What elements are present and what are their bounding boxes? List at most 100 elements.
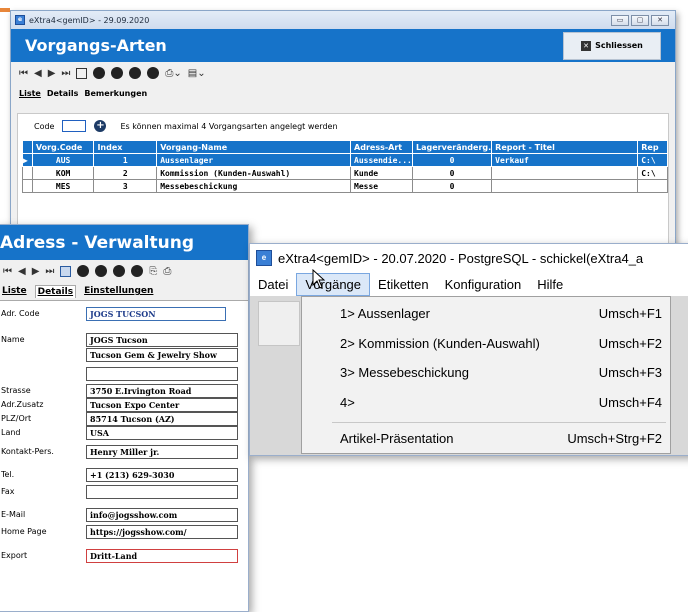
table-cell: 0 [412,179,493,193]
minimize-button[interactable]: ▭ [611,14,629,26]
tab-details[interactable]: Details [47,89,79,98]
menu-item-aussenlager[interactable]: 1> Aussenlager Umsch+F1 [340,301,662,325]
adr-code-field[interactable]: JOGS TUCSON [86,307,226,321]
land-field[interactable]: USA [86,426,238,440]
page-title: Vorgangs-Arten [25,36,167,55]
menu-item-shortcut: Umsch+F4 [598,394,662,410]
table-row[interactable]: KOM 2 Kommission (Kunden-Auswahl) Kunde … [22,166,668,180]
name-field-2[interactable]: Tucson Gem & Jewelry Show [86,348,238,362]
form-view-icon[interactable] [76,67,88,79]
strasse-field[interactable]: 3750 E.Irvington Road [86,384,238,398]
menu-item-artikel-praesentation[interactable]: Artikel-Präsentation Umsch+Strg+F2 [340,426,662,450]
window-title: eXtra4<gemID> - 20.07.2020 - PostgreSQL … [278,250,644,266]
table-cell [491,166,639,180]
prev-record-icon[interactable]: ◀ [18,266,26,277]
col-header[interactable]: Index [93,140,158,154]
tab-einstellungen[interactable]: Einstellungen [82,285,155,297]
last-record-icon[interactable]: ⏭ [61,68,70,79]
add-icon[interactable] [93,67,106,79]
col-header[interactable]: Lagerveränderg. [412,140,493,154]
schliessen-button[interactable]: ✕ Schliessen [563,31,661,60]
export-select[interactable]: Dritt-Land [86,549,238,563]
table-cell: Aussenlager [156,153,352,167]
app-icon: e [15,15,25,25]
first-record-icon[interactable]: ⏮ [3,266,12,277]
tel-field[interactable]: +1 (213) 629-3030 [86,468,238,482]
menu-datei[interactable]: Datei [250,274,296,295]
tab-bar: Liste Details Einstellungen [0,282,248,300]
print-icon[interactable]: ⎙ [163,266,171,277]
fax-field[interactable] [86,485,238,499]
name-field-1[interactable]: JOGS Tucson [86,333,238,347]
table-cell: 3 [93,179,158,193]
menu-vorgaenge[interactable]: Vorgänge [296,272,371,296]
tab-details[interactable]: Details [34,284,77,298]
export-icon[interactable]: ▤⌄ [188,68,206,79]
cancel-icon[interactable] [113,265,126,277]
col-header[interactable]: Report - Titel [491,140,639,154]
menu-item-4[interactable]: 4> Umsch+F4 [340,390,662,414]
code-input[interactable] [62,120,87,132]
plzort-field[interactable]: 85714 Tucson (AZ) [86,412,238,426]
kontakt-field[interactable]: Henry Miller jr. [86,445,238,459]
col-header[interactable]: Adress-Art [350,140,414,154]
schliessen-label: Schliessen [595,41,643,50]
window-controls: ▭ ▢ ✕ [611,14,669,26]
adr-code-label: Adr. Code [1,309,40,318]
tab-bemerkungen[interactable]: Bemerkungen [84,89,147,98]
delete-icon[interactable] [147,67,160,79]
adrzusatz-field[interactable]: Tucson Expo Center [86,398,238,412]
row-marker [22,179,33,193]
page-title: Adress - Verwaltung [0,232,195,253]
table-cell: C:\ [637,153,668,167]
last-record-icon[interactable]: ⏭ [45,266,54,277]
mouse-cursor-icon [312,269,326,289]
close-icon: ✕ [581,40,592,51]
form-view-icon[interactable] [60,265,72,277]
tel-label: Tel. [1,470,15,479]
col-header[interactable]: Vorgang-Name [156,140,352,154]
delete-icon[interactable] [131,265,144,277]
email-field[interactable]: info@jogsshow.com [86,508,238,522]
app-icon: e [256,250,272,266]
table-header-row: Vorg.Code Index Vorgang-Name Adress-Art … [22,140,668,154]
menu-item-kommission[interactable]: 2> Kommission (Kunden-Auswahl) Umsch+F2 [340,331,662,355]
add-code-button[interactable]: + [94,120,107,132]
document-icon[interactable]: ⎘ [149,266,157,277]
toolbar: ⏮ ◀ ▶ ⏭ ⎙⌄ ▤⌄ [11,62,675,84]
print-icon[interactable]: ⎙⌄ [165,68,181,79]
table-cell [637,179,668,193]
prev-record-icon[interactable]: ◀ [34,68,42,79]
homepage-field[interactable]: https://jogsshow.com/ [86,525,238,539]
confirm-icon[interactable] [95,265,108,277]
confirm-icon[interactable] [111,67,124,79]
maximize-button[interactable]: ▢ [631,14,649,26]
add-icon[interactable] [77,265,90,277]
table-cell: Messe [350,179,414,193]
name-field-3[interactable] [86,367,238,381]
table-row[interactable]: ▶ AUS 1 Aussenlager Aussendie... 0 Verka… [22,153,668,167]
menu-etiketten[interactable]: Etiketten [370,274,437,295]
cancel-icon[interactable] [129,67,142,79]
menu-hilfe[interactable]: Hilfe [529,274,571,295]
col-header[interactable]: Vorg.Code [31,140,95,154]
tab-liste[interactable]: Liste [19,89,41,98]
next-record-icon[interactable]: ▶ [32,266,40,277]
adress-verwaltung-window: Adress - Verwaltung ⏮ ◀ ▶ ⏭ ⎘ ⎙ Liste De… [0,224,249,612]
table-row[interactable]: MES 3 Messebeschickung Messe 0 [22,179,668,193]
menu-konfiguration[interactable]: Konfiguration [437,274,530,295]
table-cell: 2 [93,166,158,180]
email-label: E-Mail [1,510,26,519]
table-cell: 1 [93,153,158,167]
code-filter-row: Code + Es können maximal 4 Vorgangsarten… [18,117,668,135]
menu-item-messebeschickung[interactable]: 3> Messebeschickung Umsch+F3 [340,360,662,384]
first-record-icon[interactable]: ⏮ [19,68,28,79]
window-title: eXtra4<gemID> - 29.09.2020 [29,15,150,25]
tab-liste[interactable]: Liste [0,285,29,297]
close-window-button[interactable]: ✕ [651,14,669,26]
menu-item-shortcut: Umsch+F1 [598,305,662,321]
col-header[interactable]: Rep [637,140,668,154]
menu-item-label: 3> Messebeschickung [340,364,469,380]
next-record-icon[interactable]: ▶ [48,68,56,79]
name-label: Name [1,335,25,344]
